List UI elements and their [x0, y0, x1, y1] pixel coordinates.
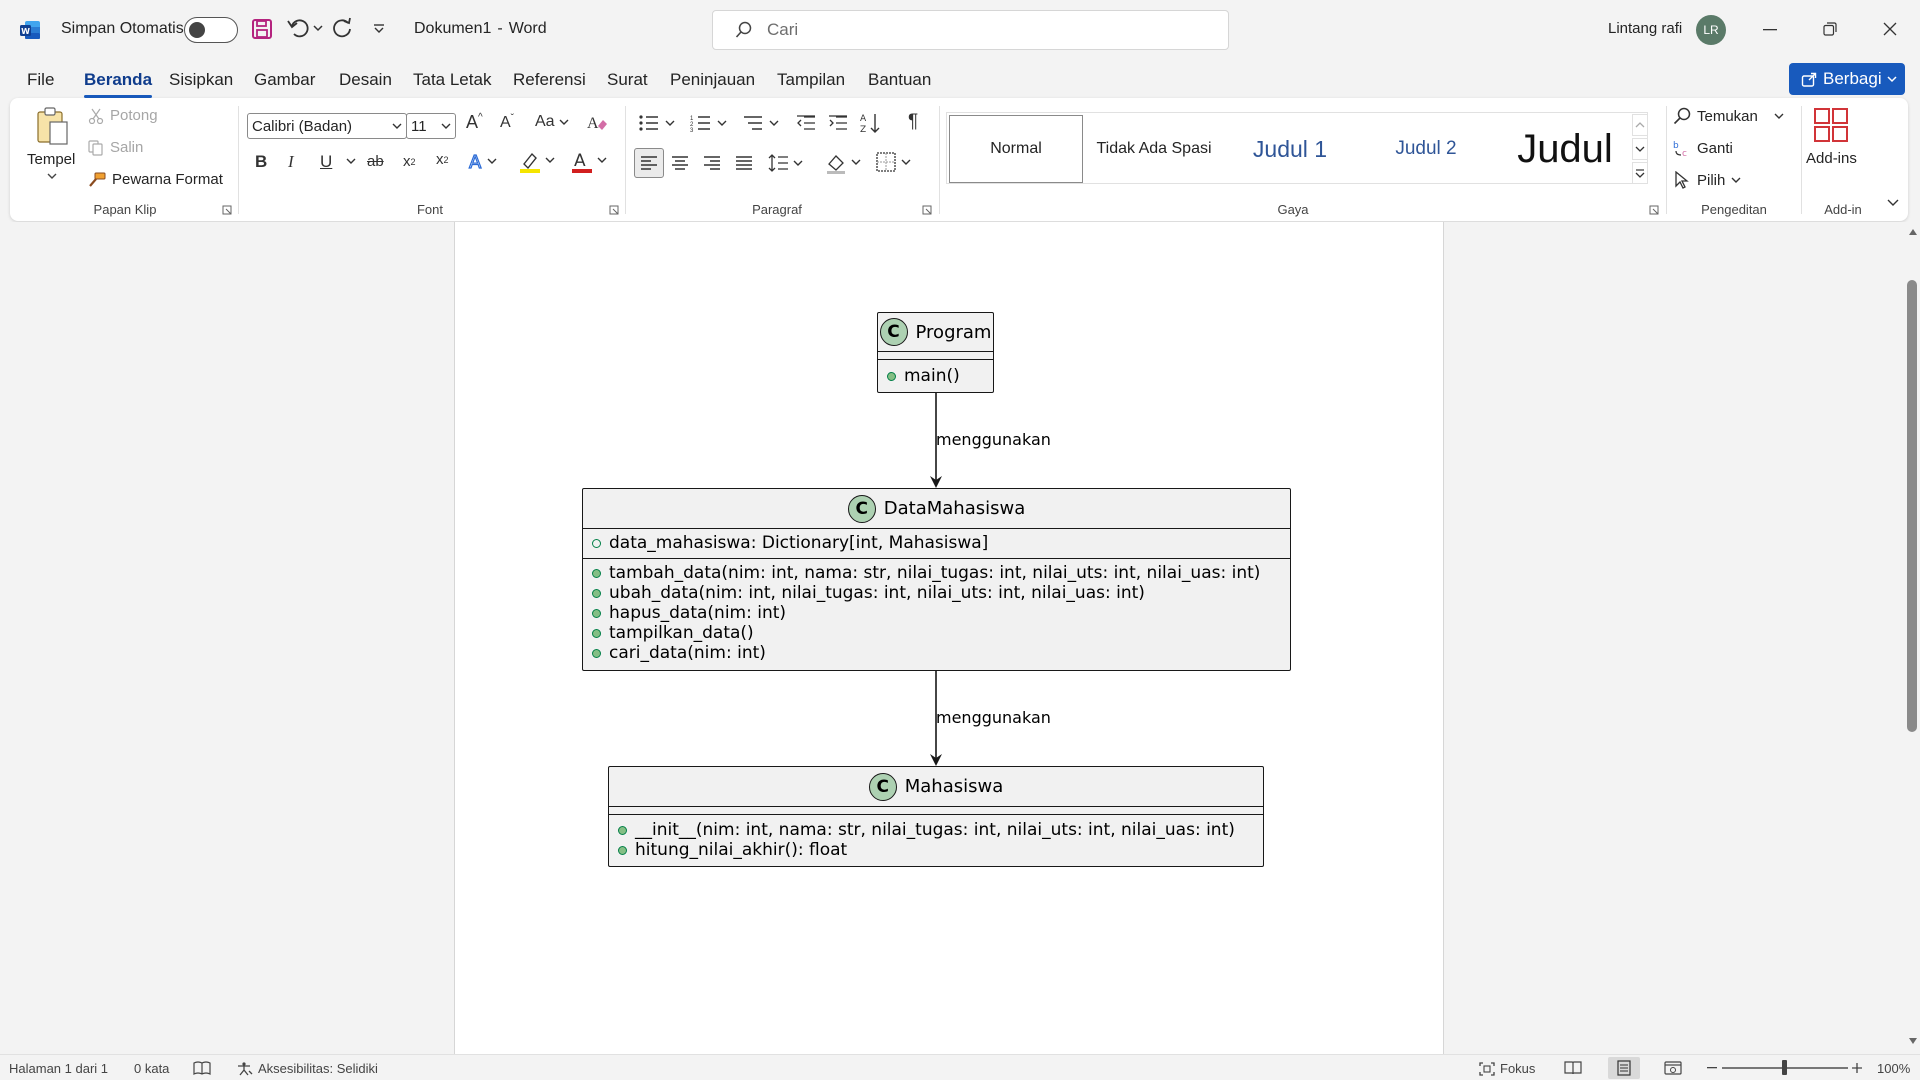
public-method-icon: [592, 648, 601, 658]
proofing-icon[interactable]: [193, 1061, 211, 1075]
word-count[interactable]: 0 kata: [134, 1061, 169, 1076]
status-bar: Halaman 1 dari 1 0 kata Aksesibilitas: S…: [0, 1054, 1920, 1080]
public-method-icon: [592, 628, 601, 638]
class-method: ubah_data(nim: int, nilai_tugas: int, ni…: [583, 583, 1290, 603]
accessibility-label: Aksesibilitas: Selidiki: [258, 1061, 378, 1076]
class-field: data_mahasiswa: Dictionary[int, Mahasisw…: [583, 533, 1290, 553]
uml-class-program: C Program main(): [877, 312, 994, 393]
public-method-icon: [592, 568, 601, 578]
class-method: tampilkan_data(): [583, 623, 1290, 643]
zoom-slider-thumb[interactable]: [1782, 1060, 1787, 1075]
accessibility-icon: [237, 1061, 253, 1076]
class-method: __init__(nim: int, nama: str, nilai_tuga…: [609, 820, 1263, 840]
focus-label: Fokus: [1500, 1061, 1536, 1076]
uml-class-header: C DataMahasiswa: [583, 489, 1290, 528]
public-method-icon: [887, 371, 896, 381]
web-layout-icon[interactable]: [1664, 1061, 1682, 1075]
class-method: tambah_data(nim: int, nama: str, nilai_t…: [583, 563, 1290, 583]
class-badge-icon: C: [879, 318, 908, 346]
uml-class-datamahasiswa: C DataMahasiswa data_mahasiswa: Dictiona…: [582, 488, 1291, 671]
focus-icon: [1479, 1061, 1495, 1076]
uml-class-mahasiswa: C Mahasiswa __init__(nim: int, nama: str…: [608, 766, 1264, 867]
print-layout-icon[interactable]: [1608, 1057, 1640, 1079]
edge-label-2: menggunakan: [936, 708, 1051, 727]
class-badge-icon: C: [847, 494, 876, 523]
public-method-icon: [618, 845, 627, 855]
public-method-icon: [618, 825, 627, 835]
zoom-in-icon[interactable]: [1852, 1063, 1862, 1073]
class-name: Program: [915, 321, 992, 343]
read-mode-icon[interactable]: [1564, 1061, 1582, 1075]
focus-button[interactable]: Fokus: [1479, 1061, 1535, 1076]
accessibility-button[interactable]: Aksesibilitas: Selidiki: [237, 1061, 378, 1076]
zoom-out-icon[interactable]: [1707, 1067, 1717, 1069]
zoom-level[interactable]: 100%: [1877, 1061, 1910, 1076]
class-method: cari_data(nim: int): [583, 643, 1290, 663]
class-method: main(): [878, 366, 993, 386]
public-field-icon: [592, 538, 601, 548]
class-method: hitung_nilai_akhir(): float: [609, 840, 1263, 860]
vertical-scrollbar[interactable]: [1904, 222, 1920, 1054]
scroll-up-icon[interactable]: [1908, 228, 1918, 236]
class-method: hapus_data(nim: int): [583, 603, 1290, 623]
class-name: Mahasiswa: [904, 776, 1004, 797]
class-badge-icon: C: [868, 772, 897, 801]
class-name: DataMahasiswa: [883, 498, 1026, 519]
public-method-icon: [592, 588, 601, 598]
edge-label-1: menggunakan: [936, 430, 1051, 449]
public-method-icon: [592, 608, 601, 618]
uml-class-header: C Program: [878, 313, 993, 351]
scroll-thumb[interactable]: [1907, 280, 1917, 732]
uml-class-header: C Mahasiswa: [609, 767, 1263, 806]
scroll-down-icon[interactable]: [1908, 1037, 1918, 1045]
page-count[interactable]: Halaman 1 dari 1: [9, 1061, 108, 1076]
